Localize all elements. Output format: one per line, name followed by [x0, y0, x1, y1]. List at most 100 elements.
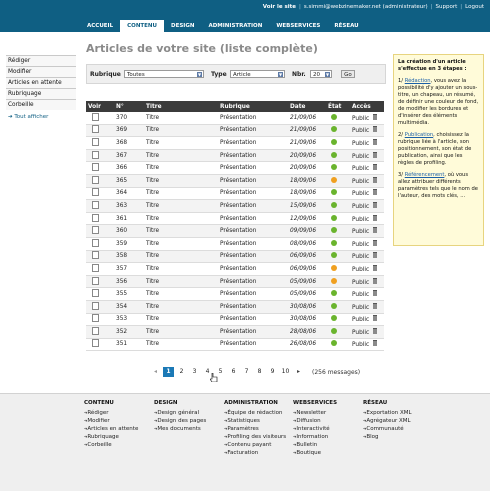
article-title[interactable]: Titre: [144, 112, 218, 125]
article-title[interactable]: Titre: [144, 313, 218, 327]
footer-link[interactable]: Agrégateur XML: [363, 417, 412, 425]
footer-link[interactable]: Paramètres: [224, 425, 286, 433]
tab-administration[interactable]: ADMINISTRATION: [201, 20, 269, 32]
table-row[interactable]: 364 Titre Présentation 18/09/06 Public: [86, 187, 384, 201]
footer-link[interactable]: Statistiques: [224, 417, 286, 425]
document-icon[interactable]: [92, 175, 99, 184]
trash-icon[interactable]: [373, 176, 378, 183]
footer-link[interactable]: Exportation XML: [363, 409, 411, 417]
state-indicator-icon[interactable]: [331, 214, 337, 221]
page-10[interactable]: 10: [280, 367, 291, 377]
table-row[interactable]: 351 Titre Présentation 26/08/06 Public: [86, 338, 384, 352]
state-indicator-icon[interactable]: [331, 239, 337, 246]
footer-link[interactable]: Rédiger: [84, 409, 138, 417]
article-title[interactable]: Titre: [144, 136, 218, 150]
document-icon[interactable]: [92, 263, 99, 272]
sidebar-item-modifier[interactable]: Modifier: [6, 66, 76, 77]
article-title[interactable]: Titre: [144, 161, 218, 175]
page-6[interactable]: 6: [228, 367, 239, 377]
table-row[interactable]: 366 Titre Présentation 20/09/06 Public: [86, 161, 384, 175]
trash-icon[interactable]: [373, 214, 378, 221]
article-title[interactable]: Titre: [144, 212, 218, 226]
state-indicator-icon[interactable]: [331, 138, 337, 145]
next-page-icon[interactable]: ▸: [293, 367, 304, 377]
footer-link[interactable]: Corbeille: [84, 441, 138, 449]
trash-icon[interactable]: [373, 239, 378, 246]
table-row[interactable]: 363 Titre Présentation 15/09/06 Public: [86, 199, 384, 213]
document-icon[interactable]: [92, 289, 99, 298]
state-indicator-icon[interactable]: [331, 227, 337, 234]
page-2[interactable]: 2: [176, 367, 187, 377]
table-row[interactable]: 365 Titre Présentation 18/09/06 Public: [86, 174, 384, 188]
tab-reseau[interactable]: RÉSEAU: [327, 20, 365, 32]
document-icon[interactable]: [92, 150, 99, 159]
col-num[interactable]: N°: [114, 101, 144, 112]
footer-link[interactable]: Diffusion: [293, 417, 337, 425]
document-icon[interactable]: [92, 137, 99, 146]
view-cell[interactable]: [86, 112, 114, 125]
footer-link[interactable]: Facturation: [224, 449, 286, 457]
footer-link[interactable]: Information: [293, 433, 337, 441]
view-cell[interactable]: [86, 275, 114, 289]
article-title[interactable]: Titre: [144, 287, 218, 301]
view-cell[interactable]: [86, 136, 114, 150]
document-icon[interactable]: [92, 326, 99, 335]
tab-design[interactable]: DESIGN: [164, 20, 201, 32]
article-title[interactable]: Titre: [144, 262, 218, 276]
trash-icon[interactable]: [373, 277, 378, 284]
document-icon[interactable]: [92, 238, 99, 247]
footer-link[interactable]: Contenu payant: [224, 441, 286, 449]
document-icon[interactable]: [92, 251, 99, 260]
sidebar-item-corbeille[interactable]: Corbeille: [6, 99, 76, 110]
table-row[interactable]: 354 Titre Présentation 30/08/06 Public: [86, 300, 384, 314]
tab-webservices[interactable]: WEBSERVICES: [269, 20, 327, 32]
trash-icon[interactable]: [373, 290, 378, 297]
state-indicator-icon[interactable]: [331, 126, 337, 133]
table-row[interactable]: 359 Titre Présentation 08/09/06 Public: [86, 237, 384, 251]
trash-icon[interactable]: [373, 113, 378, 120]
article-title[interactable]: Titre: [144, 275, 218, 289]
article-title[interactable]: Titre: [144, 338, 218, 352]
footer-link[interactable]: Blog: [363, 433, 412, 441]
document-icon[interactable]: [92, 301, 99, 310]
footer-link[interactable]: Bulletin: [293, 441, 337, 449]
trash-icon[interactable]: [373, 340, 378, 347]
state-indicator-icon[interactable]: [331, 264, 337, 271]
nbr-select[interactable]: 20 ▼: [310, 70, 332, 78]
footer-link[interactable]: Modifier: [84, 417, 138, 425]
trash-icon[interactable]: [373, 201, 378, 208]
document-icon[interactable]: [92, 276, 99, 285]
page-7[interactable]: 7: [241, 367, 252, 377]
view-cell[interactable]: [86, 287, 114, 301]
view-cell[interactable]: [86, 149, 114, 163]
document-icon[interactable]: [92, 339, 99, 348]
state-indicator-icon[interactable]: [331, 252, 337, 259]
article-title[interactable]: Titre: [144, 325, 218, 339]
page-3[interactable]: 3: [189, 367, 200, 377]
view-cell[interactable]: [86, 212, 114, 226]
go-button[interactable]: Go: [341, 70, 355, 78]
footer-link[interactable]: Communauté: [363, 425, 412, 433]
state-indicator-icon[interactable]: [331, 176, 337, 183]
document-icon[interactable]: [92, 314, 99, 323]
sidebar-item-articles-en-attente[interactable]: Articles en attente: [6, 77, 76, 88]
footer-link[interactable]: Profiling des visiteurs: [224, 433, 286, 441]
trash-icon[interactable]: [373, 189, 378, 196]
view-cell[interactable]: [86, 313, 114, 327]
view-cell[interactable]: [86, 250, 114, 264]
trash-icon[interactable]: [373, 151, 378, 158]
redaction-link[interactable]: Rédaction: [405, 78, 431, 84]
table-row[interactable]: 361 Titre Présentation 12/09/06 Public: [86, 212, 384, 226]
view-cell[interactable]: [86, 237, 114, 251]
rubrique-select[interactable]: Toutes ▼: [124, 70, 204, 78]
state-indicator-icon[interactable]: [331, 340, 337, 347]
article-title[interactable]: Titre: [144, 187, 218, 201]
table-row[interactable]: 358 Titre Présentation 06/09/06 Public: [86, 250, 384, 264]
document-icon[interactable]: [92, 226, 99, 235]
table-row[interactable]: 368 Titre Présentation 21/09/06 Public: [86, 136, 384, 150]
trash-icon[interactable]: [373, 138, 378, 145]
type-select[interactable]: Article ▼: [230, 70, 285, 78]
article-title[interactable]: Titre: [144, 124, 218, 138]
table-row[interactable]: 356 Titre Présentation 05/09/06 Public: [86, 275, 384, 289]
table-row[interactable]: 352 Titre Présentation 28/08/06 Public: [86, 325, 384, 339]
